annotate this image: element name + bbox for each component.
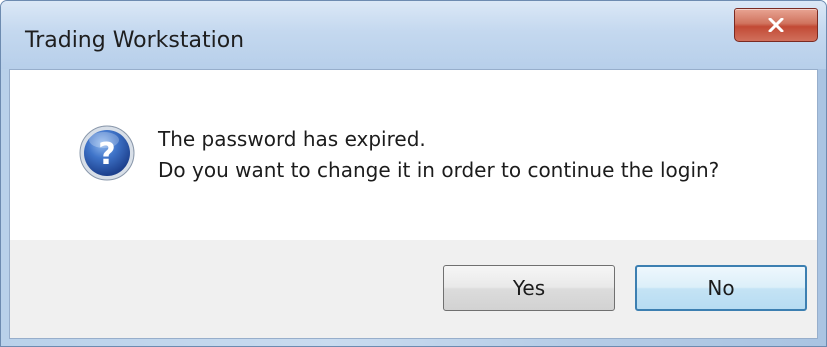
close-button[interactable] [734,8,818,42]
window-title: Trading Workstation [25,28,245,53]
message-line-1: The password has expired. [158,127,426,151]
dialog-window: Trading Workstation ? The password has e… [0,0,827,347]
dialog-body: ? The password has expired. Do you want … [9,69,818,339]
svg-text:?: ? [98,137,115,172]
question-icon: ? [78,124,136,186]
no-button[interactable]: No [635,265,807,311]
button-bar: Yes No [10,240,817,338]
message-line-2: Do you want to change it in order to con… [158,158,720,182]
close-icon [768,18,784,32]
message-area: ? The password has expired. Do you want … [10,70,817,240]
yes-button[interactable]: Yes [443,265,615,311]
title-bar[interactable]: Trading Workstation [1,1,826,69]
